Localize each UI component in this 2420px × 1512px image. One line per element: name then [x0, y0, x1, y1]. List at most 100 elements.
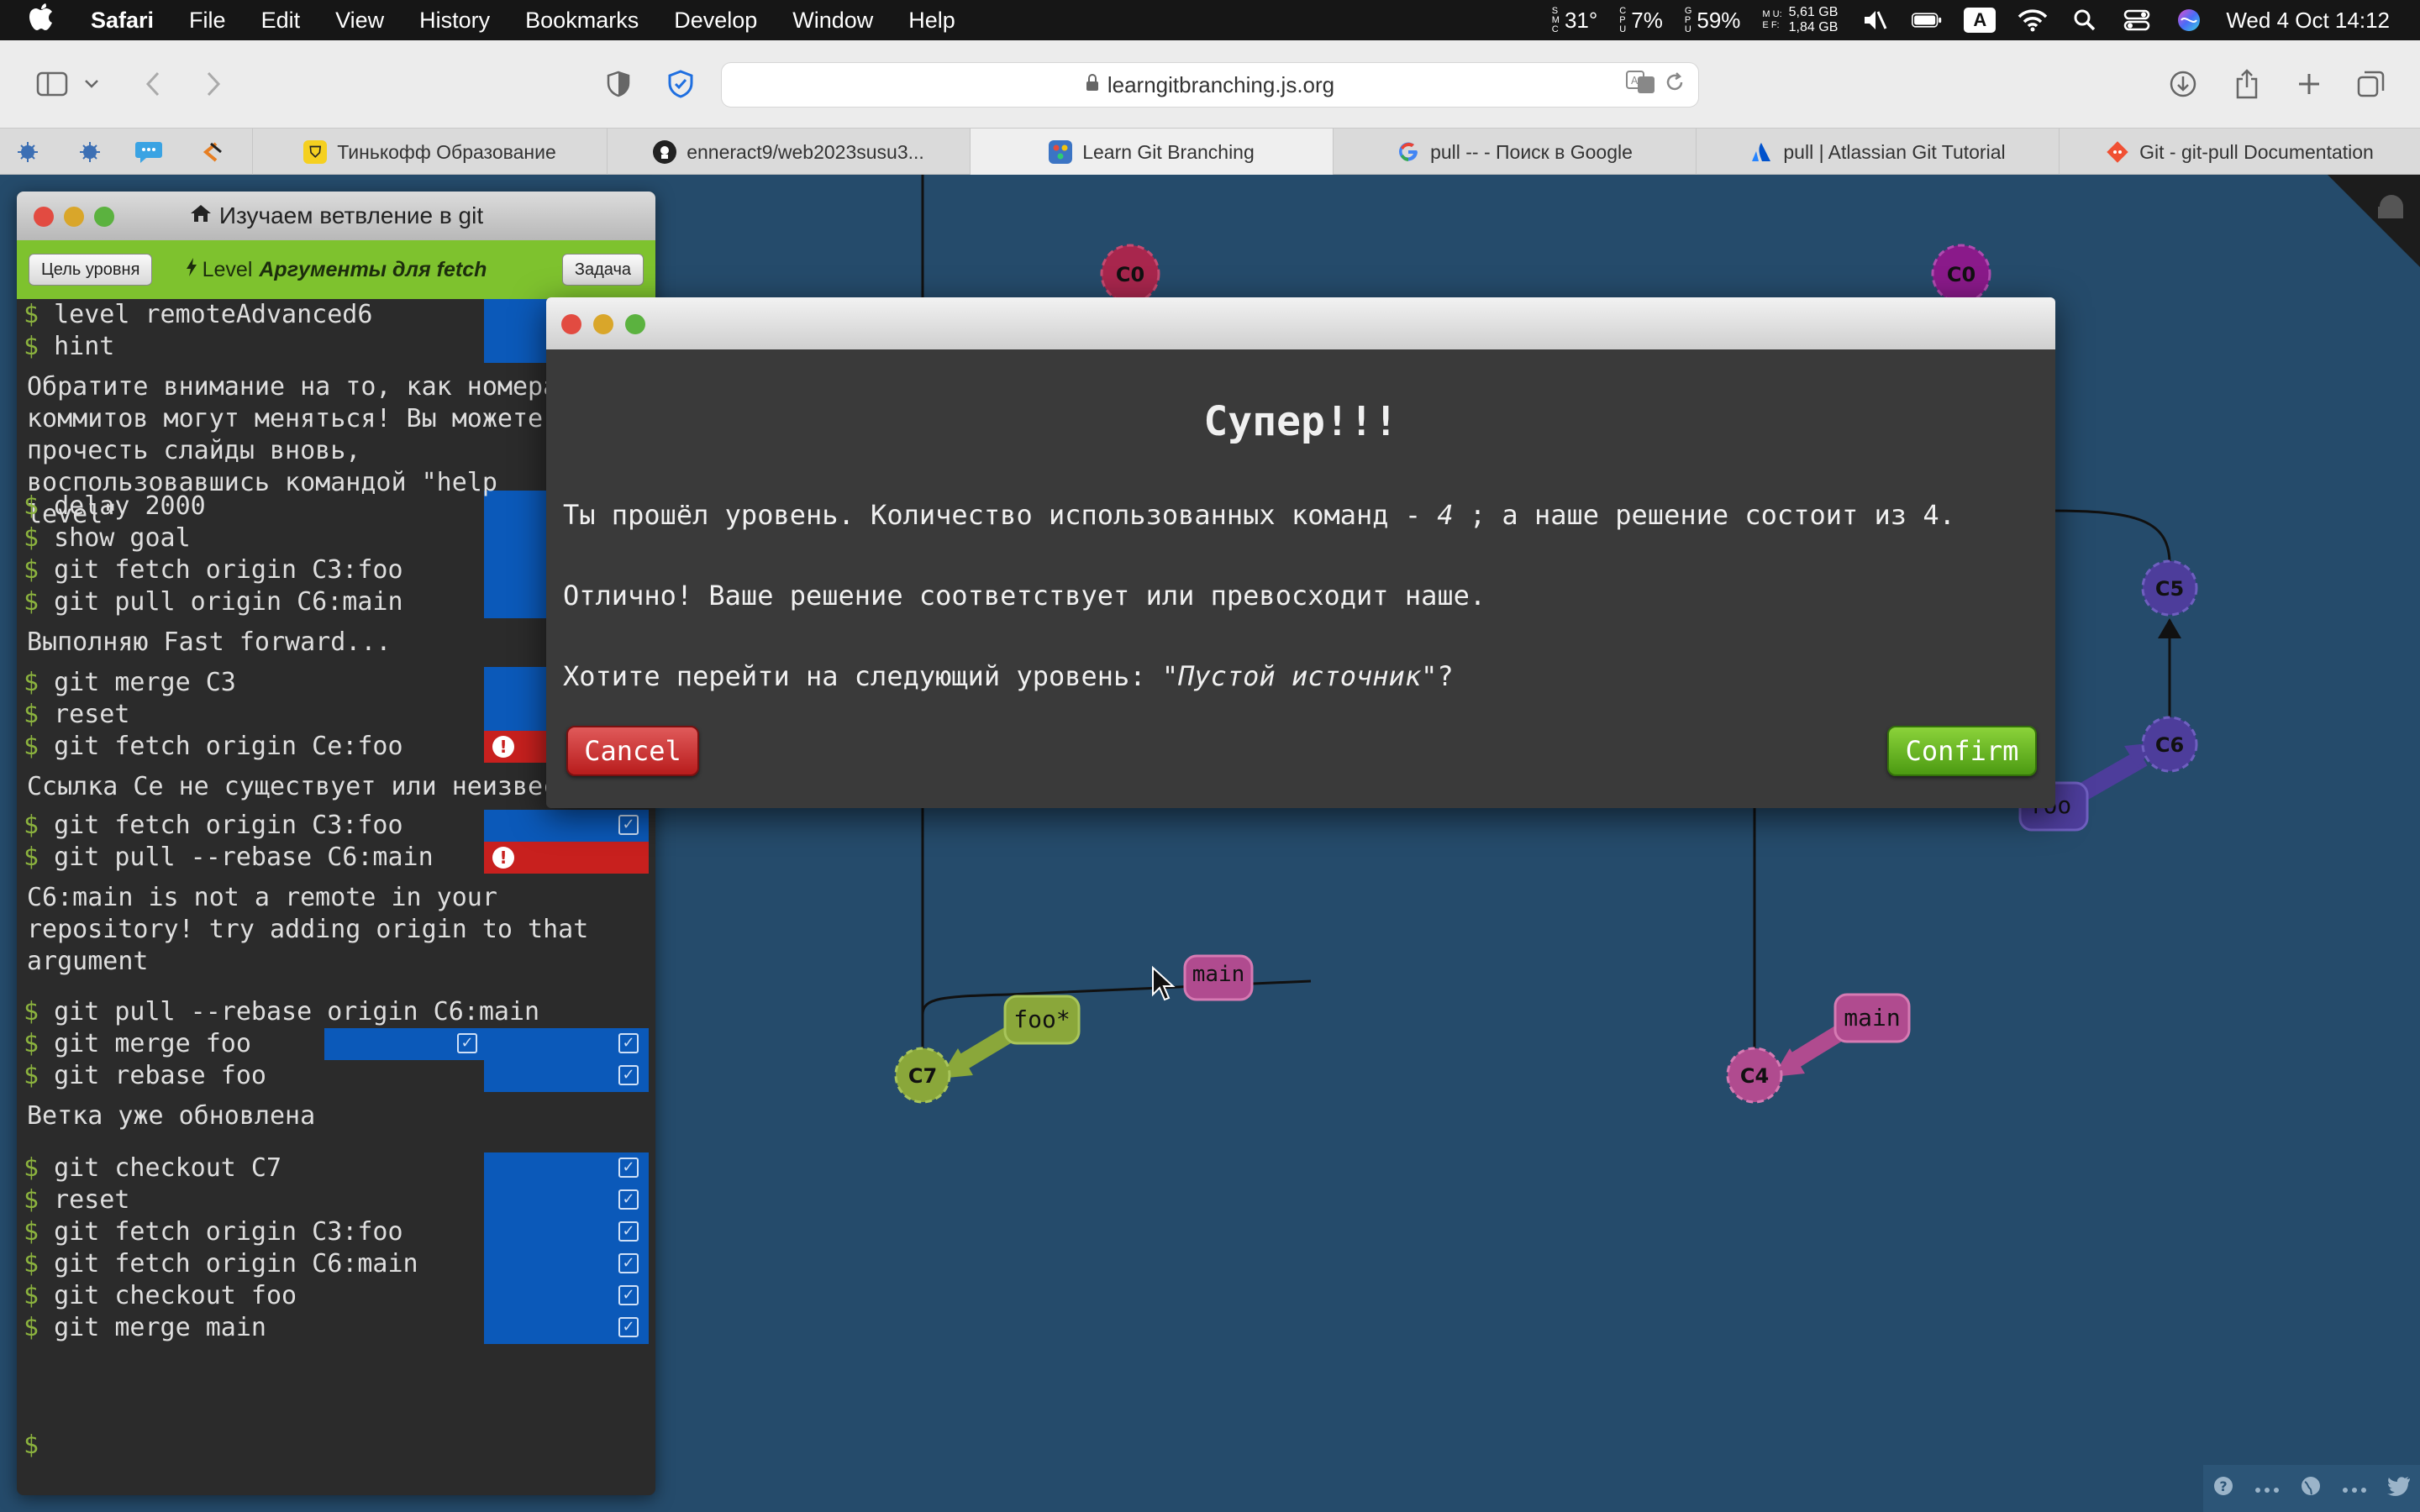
back-button[interactable]	[134, 66, 171, 102]
terminal-input[interactable]: $	[24, 1430, 39, 1462]
share-icon[interactable]	[2228, 66, 2265, 102]
apple-menu-icon[interactable]	[29, 3, 66, 38]
temperature-readout[interactable]: SMC 31°	[1552, 6, 1598, 34]
menu-history[interactable]: History	[419, 8, 490, 34]
terminal-command-line: $ git pull --rebase origin C6:main	[24, 997, 540, 1026]
google-icon	[1397, 140, 1420, 164]
menu-view[interactable]: View	[335, 8, 384, 34]
tab-google-search[interactable]: pull -- - Поиск в Google	[1333, 129, 1696, 176]
checkbox-icon: ✓	[618, 815, 639, 835]
globe-icon[interactable]	[2300, 1475, 2322, 1503]
battery-icon[interactable]	[1912, 5, 1942, 35]
terminal-command-line: $ git fetch origin C3:foo	[24, 1217, 403, 1247]
input-source-indicator[interactable]: A	[1964, 8, 1996, 33]
cancel-button[interactable]: Cancel	[566, 726, 699, 776]
dialog-heading: Супер!!!	[1203, 398, 1398, 445]
dialog-zoom-button[interactable]	[625, 314, 645, 334]
forward-button[interactable]	[195, 66, 232, 102]
level-bar: Цель уровня Level Аргументы для fetch За…	[17, 240, 655, 299]
macos-menu-bar: Safari File Edit View History Bookmarks …	[0, 0, 2420, 40]
terminal-command-line: $ git rebase foo	[24, 1061, 266, 1090]
terminal-command-line: $ git pull origin C6:main	[24, 587, 403, 617]
mute-icon[interactable]	[1860, 5, 1890, 35]
checkbox-icon: ✓	[618, 1221, 639, 1242]
level-goal-button[interactable]: Цель уровня	[29, 254, 153, 286]
terminal-command-line: $ git fetch origin C3:foo	[24, 811, 403, 840]
menu-bookmarks[interactable]: Bookmarks	[525, 8, 639, 34]
tab-learn-git-branching[interactable]: Learn Git Branching	[970, 129, 1333, 176]
menu-help[interactable]: Help	[908, 8, 955, 34]
commit-c6-label: C6	[2155, 733, 2184, 757]
control-center-icon[interactable]	[2122, 5, 2152, 35]
checkbox-icon: ✓	[618, 1065, 639, 1085]
svg-text:A: A	[1631, 75, 1639, 87]
dialog-minimize-button[interactable]	[593, 314, 613, 334]
commit-c4-label: C4	[1740, 1064, 1769, 1088]
task-button[interactable]: Задача	[561, 254, 644, 286]
privacy-shield-icon[interactable]	[600, 66, 637, 102]
menu-window[interactable]: Window	[792, 8, 873, 34]
dots-icon-2[interactable]	[2341, 1477, 2368, 1500]
dialog-close-button[interactable]	[561, 314, 581, 334]
address-bar[interactable]: learngitbranching.js.org A	[721, 62, 1699, 108]
tab-github[interactable]: enneract9/web2023susu3...	[607, 129, 970, 176]
clock[interactable]: Wed 4 Oct 14:12	[2226, 8, 2390, 34]
level-complete-dialog: Супер!!! Ты прошёл уровень. Количество и…	[546, 297, 2055, 808]
translate-icon[interactable]: A	[1626, 70, 1656, 100]
atlassian-icon	[1749, 140, 1773, 164]
siri-icon[interactable]	[2174, 5, 2204, 35]
tab-overview-icon[interactable]	[2353, 66, 2390, 102]
checkbox-icon: ✓	[618, 1317, 639, 1337]
error-icon: !	[492, 736, 514, 758]
minimize-window-button[interactable]	[64, 207, 84, 227]
menu-develop[interactable]: Develop	[674, 8, 757, 34]
pinned-tab-4[interactable]	[190, 135, 232, 169]
tab-atlassian[interactable]: pull | Atlassian Git Tutorial	[1696, 129, 2059, 176]
terminal-title-bar: Изучаем ветвление в git	[17, 192, 655, 240]
terminal-command-line: $ level remoteAdvanced6	[24, 300, 373, 329]
commit-c5-label: C5	[2155, 577, 2184, 601]
twitter-icon[interactable]	[2386, 1476, 2411, 1502]
help-icon[interactable]: ?	[2212, 1475, 2234, 1503]
memory-readout[interactable]: M U: E F: 5,61 GB 1,84 GB	[1762, 5, 1838, 35]
terminal-command-line: $ git merge C3	[24, 668, 236, 697]
helper-bar: ?	[2203, 1465, 2420, 1512]
wifi-icon[interactable]	[2018, 5, 2048, 35]
confirm-button[interactable]: Confirm	[1887, 726, 2037, 776]
menu-edit[interactable]: Edit	[261, 8, 301, 34]
tab-git-docs[interactable]: Git - git-pull Documentation	[2059, 129, 2420, 176]
downloads-icon[interactable]	[2165, 66, 2202, 102]
cpu-readout[interactable]: CPU 7%	[1619, 6, 1663, 34]
corner-ribbon	[2328, 175, 2420, 267]
terminal-command-line: $ reset	[24, 1185, 130, 1215]
menu-file[interactable]: File	[189, 8, 226, 34]
tab-tinkoff[interactable]: ⛉ Тинькофф Образование	[252, 129, 607, 176]
bolt-icon	[186, 257, 197, 283]
status-bar-5	[324, 1028, 649, 1060]
svg-text:?: ?	[2220, 1478, 2228, 1494]
pinned-tab-2[interactable]	[69, 135, 111, 169]
reload-icon[interactable]	[1665, 71, 1685, 98]
new-tab-icon[interactable]	[2291, 66, 2328, 102]
terminal-command-line: $ git fetch origin C6:main	[24, 1249, 418, 1278]
pinned-tab-chat-icon[interactable]	[128, 135, 170, 169]
sidebar-toggle-icon[interactable]	[34, 66, 71, 102]
terminal-command-line: $ git merge foo	[24, 1029, 251, 1058]
gpu-readout[interactable]: GPU 59%	[1685, 6, 1741, 34]
app-name-menu[interactable]: Safari	[91, 8, 154, 34]
close-window-button[interactable]	[34, 207, 54, 227]
terminal-command-line: $ show goal	[24, 523, 191, 553]
status-bar-7	[484, 1152, 649, 1344]
dots-icon[interactable]	[2254, 1477, 2281, 1500]
spotlight-search-icon[interactable]	[2070, 5, 2100, 35]
terminal-command-line: $ reset	[24, 700, 130, 729]
pinned-tab-1[interactable]	[7, 135, 49, 169]
adblock-shield-icon[interactable]	[662, 66, 699, 102]
terminal-message: Выполняю Fast forward...	[27, 627, 392, 657]
commit-c7-label: C7	[908, 1064, 937, 1088]
commit-c0-local-label: C0	[1116, 263, 1144, 286]
remote-main-label: main	[1844, 1004, 1900, 1032]
zoom-window-button[interactable]	[94, 207, 114, 227]
chevron-down-icon[interactable]	[79, 66, 104, 102]
terminal-command-line: $ git pull --rebase C6:main	[24, 843, 434, 872]
